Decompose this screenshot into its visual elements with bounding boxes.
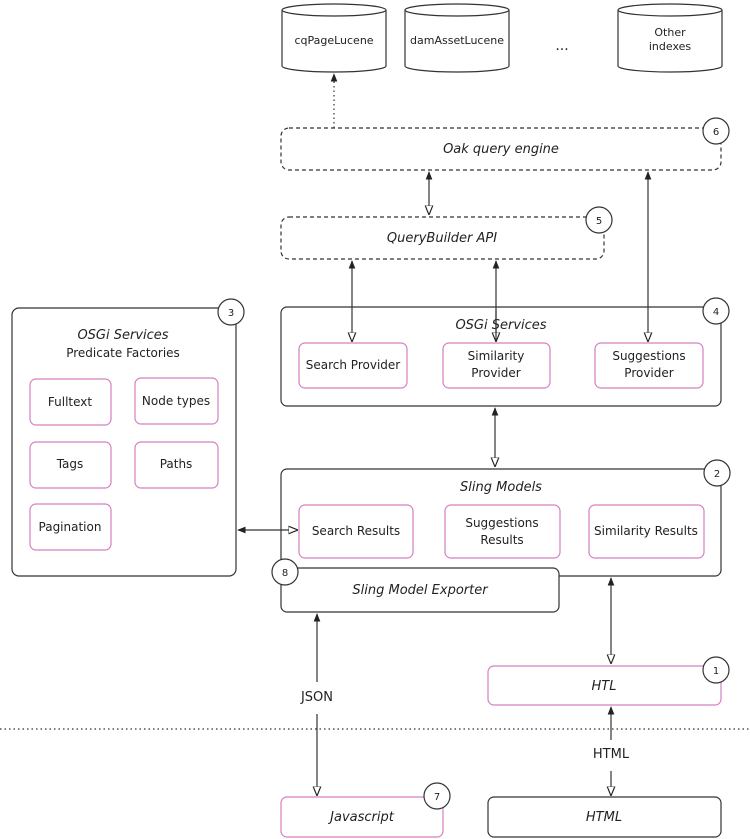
svg-text:1: 1: [713, 666, 719, 677]
osgi-predicates-subtitle: Predicate Factories: [66, 346, 180, 360]
predicate-tags: Tags: [29, 441, 112, 489]
svg-text:Search Results: Search Results: [312, 524, 400, 538]
similarity-results-box: Similarity Results: [588, 504, 705, 559]
index-label: indexes: [649, 40, 692, 53]
querybuilder-api: QueryBuilder API 5: [280, 206, 613, 260]
search-results-box: Search Results: [298, 504, 414, 559]
html-box: HTML: [487, 796, 722, 838]
svg-text:2: 2: [714, 469, 720, 480]
htl-title: HTL: [592, 679, 617, 694]
search-provider-box: Search Provider: [298, 342, 408, 389]
osgi-providers-title: OSGi Services: [455, 318, 546, 333]
svg-text:Suggestions: Suggestions: [465, 516, 538, 530]
suggestions-results-box: Suggestions Results: [444, 504, 561, 559]
sling-models-title: Sling Models: [460, 480, 542, 495]
oak-title: Oak query engine: [443, 142, 559, 157]
svg-text:Suggestions: Suggestions: [612, 349, 685, 363]
index-cylinder-damassetlucene: damAssetLucene: [404, 3, 510, 73]
predicate-node-types: Node types: [134, 377, 219, 425]
sling-model-exporter: Sling Model Exporter 8: [271, 558, 560, 613]
sling-models: Sling Models 2 Search Results Suggestion…: [280, 459, 731, 577]
svg-text:Provider: Provider: [471, 366, 520, 380]
javascript-box: Javascript 7: [280, 782, 451, 838]
index-cylinder-cqpagelucene: cqPageLucene: [281, 3, 387, 73]
svg-text:Similarity: Similarity: [468, 349, 525, 363]
svg-text:Similarity Results: Similarity Results: [594, 524, 698, 538]
similarity-provider-box: Similarity Provider: [442, 342, 551, 389]
svg-text:4: 4: [713, 307, 719, 318]
predicate-paths: Paths: [134, 441, 219, 489]
querybuilder-title: QueryBuilder API: [387, 231, 497, 246]
html-edge-label: HTML: [593, 747, 630, 762]
predicate-fulltext: Fulltext: [29, 378, 112, 426]
index-cylinder-other: Other indexes: [617, 3, 723, 73]
json-edge-label: JSON: [300, 690, 333, 705]
svg-text:Provider: Provider: [624, 366, 673, 380]
svg-text:Fulltext: Fulltext: [48, 395, 92, 409]
svg-text:Tags: Tags: [56, 457, 84, 471]
svg-text:7: 7: [434, 792, 440, 803]
svg-text:Pagination: Pagination: [39, 520, 102, 534]
exporter-title: Sling Model Exporter: [352, 583, 489, 598]
suggestions-provider-box: Suggestions Provider: [594, 342, 704, 389]
svg-text:Paths: Paths: [160, 457, 193, 471]
index-label: Other: [654, 26, 686, 39]
svg-text:8: 8: [282, 568, 288, 579]
osgi-services-providers: OSGi Services 4 Search Provider Similari…: [280, 297, 730, 407]
oak-query-engine: Oak query engine 6: [280, 117, 730, 171]
javascript-title: Javascript: [327, 810, 395, 825]
index-label: damAssetLucene: [410, 34, 504, 47]
ellipsis: ...: [555, 38, 568, 54]
predicate-pagination: Pagination: [29, 503, 112, 551]
osgi-predicates-title: OSGi Services: [77, 328, 168, 343]
architecture-diagram: cqPageLucene damAssetLucene ... Other in…: [0, 3, 750, 838]
osgi-services-predicates: OSGi Services Predicate Factories 3 Full…: [11, 298, 245, 577]
svg-text:Node types: Node types: [142, 394, 210, 408]
index-label: cqPageLucene: [294, 34, 373, 47]
htl-box: HTL 1: [487, 656, 730, 706]
svg-text:6: 6: [713, 127, 719, 138]
svg-text:3: 3: [228, 308, 234, 319]
html-title: HTML: [586, 810, 622, 825]
svg-text:Results: Results: [480, 533, 523, 547]
svg-text:Search Provider: Search Provider: [306, 358, 401, 372]
svg-text:5: 5: [596, 216, 602, 227]
